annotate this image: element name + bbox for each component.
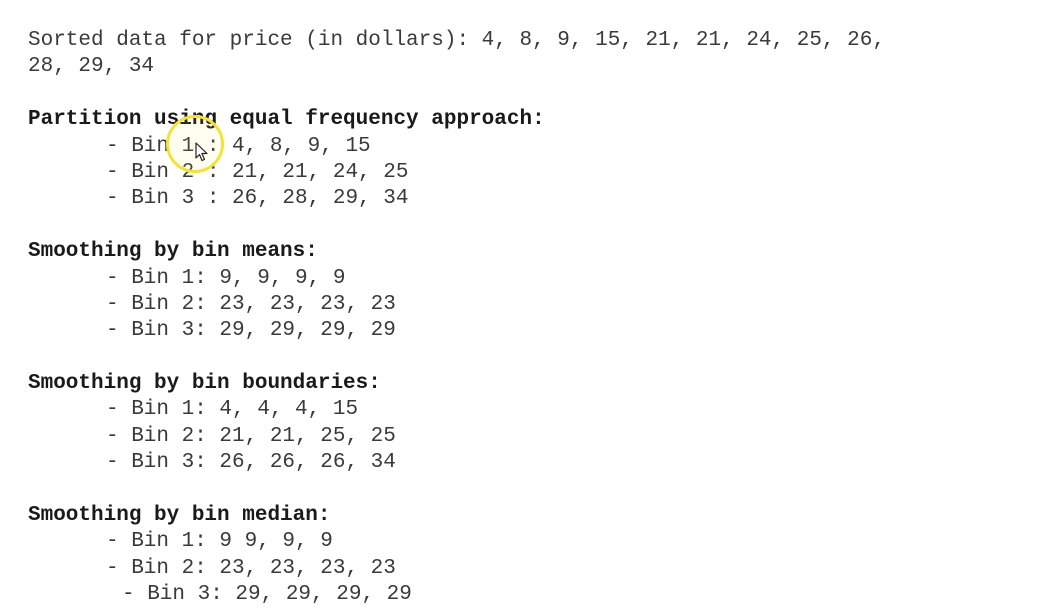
mouse-pointer-icon [195,142,208,162]
sorted-data-line-2: 28, 29, 34 [28,55,155,79]
median-bin-3: - Bin 3: 29, 29, 29, 29 [122,583,412,607]
boundaries-heading: Smoothing by bin boundaries: [28,372,381,396]
partition-bin-1: - Bin 1 : 4, 8, 9, 15 [106,134,371,158]
means-bin-2: - Bin 2: 23, 23, 23, 23 [106,292,396,316]
document-body: Sorted data for price (in dollars): 4, 8… [28,28,885,609]
partition-heading: Partition using equal frequency approach… [28,108,545,132]
boundaries-bin-3: - Bin 3: 26, 26, 26, 34 [106,451,396,475]
sorted-data-line-1: Sorted data for price (in dollars): 4, 8… [28,29,885,52]
median-bin-2: - Bin 2: 23, 23, 23, 23 [106,556,396,580]
median-heading: Smoothing by bin median: [28,504,331,528]
boundaries-bin-1: - Bin 1: 4, 4, 4, 15 [106,398,359,422]
median-bin-1: - Bin 1: 9 9, 9, 9 [106,530,333,554]
means-heading: Smoothing by bin means: [28,240,318,264]
means-bin-3: - Bin 3: 29, 29, 29, 29 [106,319,396,343]
means-bin-1: - Bin 1: 9, 9, 9, 9 [106,266,346,290]
boundaries-bin-2: - Bin 2: 21, 21, 25, 25 [106,424,396,448]
partition-bin-3: - Bin 3 : 26, 28, 29, 34 [106,187,409,211]
partition-bin-2: - Bin 2 : 21, 21, 24, 25 [106,160,409,184]
